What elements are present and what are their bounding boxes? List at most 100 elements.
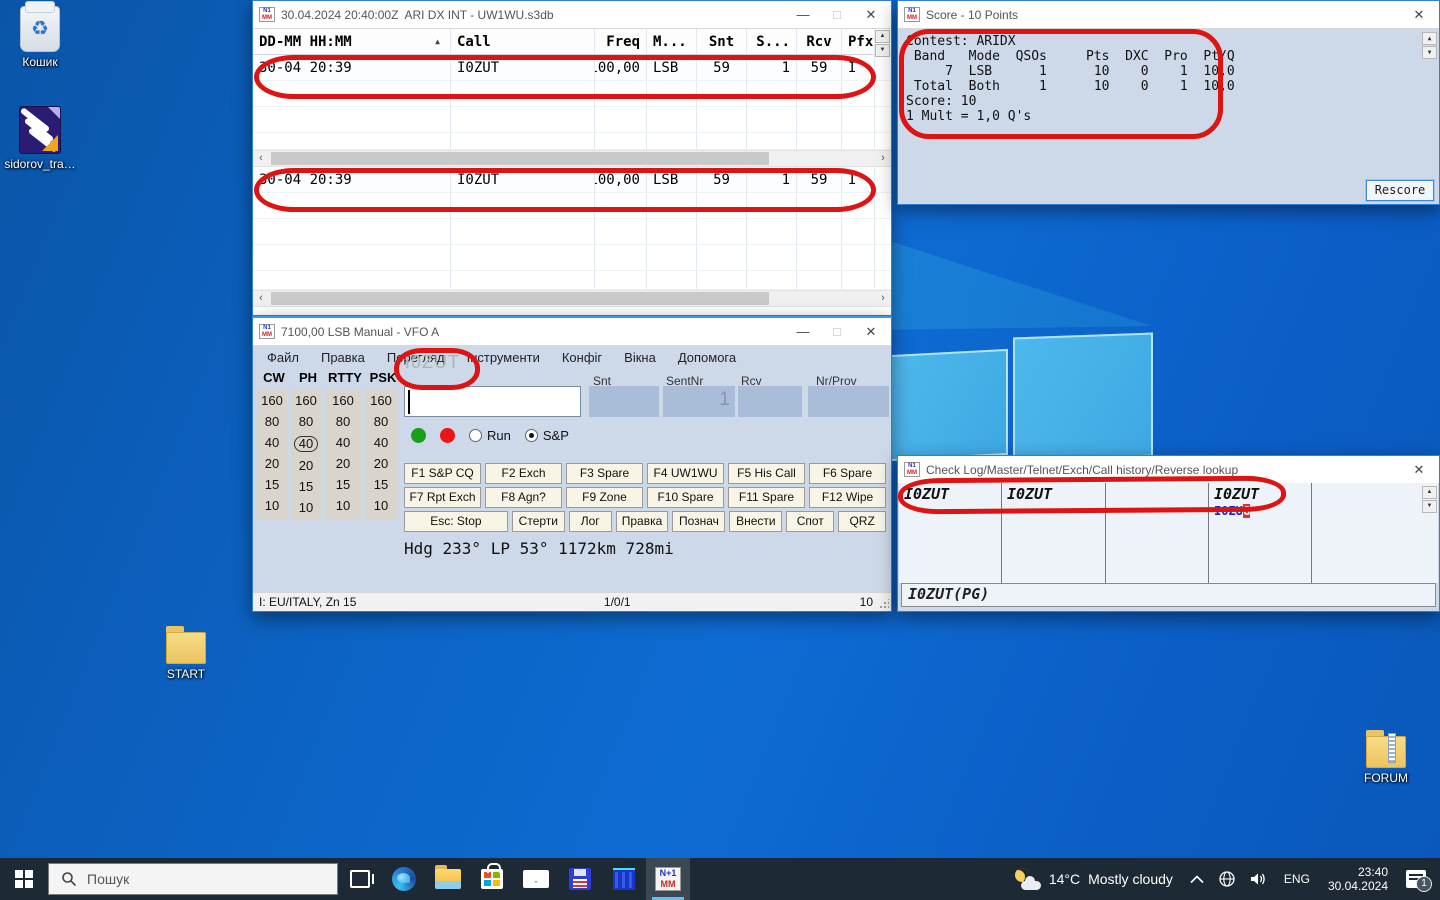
taskbar-search[interactable]: Пошук bbox=[48, 863, 338, 895]
start-button[interactable] bbox=[0, 858, 48, 900]
fkey-f10[interactable]: F10 Spare bbox=[647, 487, 724, 508]
minimize-button[interactable]: — bbox=[789, 324, 817, 339]
band-button[interactable]: 80 bbox=[331, 415, 355, 429]
log-upper-horizontal-scrollbar[interactable]: ‹ › bbox=[253, 150, 891, 167]
menu-help[interactable]: Допомога bbox=[678, 350, 736, 365]
close-button[interactable]: ✕ bbox=[1405, 7, 1433, 23]
desktop-icon-forum-folder[interactable]: FORUM bbox=[1348, 728, 1424, 785]
scroll-right-icon[interactable]: › bbox=[875, 291, 891, 306]
store-button[interactable]: Внести bbox=[729, 511, 782, 532]
check-col-master[interactable]: I0ZUT bbox=[1002, 483, 1106, 583]
edit-button[interactable]: Правка bbox=[616, 511, 669, 532]
rescore-button[interactable]: Rescore bbox=[1366, 180, 1434, 201]
check-col-reverse[interactable] bbox=[1312, 483, 1422, 583]
nrprov-field[interactable] bbox=[808, 386, 889, 417]
check-col-callhistory[interactable]: I0ZUT I0ZUG bbox=[1209, 483, 1312, 583]
weather-widget[interactable]: 14°C Mostly cloudy bbox=[1003, 868, 1183, 890]
fkey-f7[interactable]: F7 Rpt Exch bbox=[404, 487, 481, 508]
band-button[interactable]: 80 bbox=[369, 415, 393, 429]
log-row[interactable]: 30-04 20:39 I0ZUT 7100,00 LSB 59 1 59 I bbox=[253, 55, 891, 81]
n1mm-taskbar-button[interactable]: N+1MM bbox=[646, 858, 690, 900]
log-button[interactable]: Лог bbox=[569, 511, 612, 532]
band-button[interactable]: 20 bbox=[260, 457, 284, 471]
partial-call-match[interactable]: I0ZUG bbox=[1214, 504, 1306, 518]
tray-chevron-button[interactable] bbox=[1183, 875, 1211, 884]
col-header-call[interactable]: Call bbox=[451, 29, 595, 54]
fkey-f5[interactable]: F5 His Call bbox=[728, 463, 805, 484]
band-button[interactable]: 10 bbox=[260, 499, 284, 513]
fkey-f6[interactable]: F6 Spare bbox=[809, 463, 886, 484]
maximize-button[interactable]: □ bbox=[823, 324, 851, 339]
callsign-input[interactable] bbox=[404, 386, 581, 417]
desktop-icon-start-folder[interactable]: START bbox=[148, 624, 224, 681]
bandmap-app-button[interactable] bbox=[602, 858, 646, 900]
task-view-button[interactable] bbox=[338, 858, 382, 900]
band-button[interactable]: 15 bbox=[260, 478, 284, 492]
band-button-selected[interactable]: 40 bbox=[294, 436, 318, 452]
band-button[interactable]: 160 bbox=[290, 394, 322, 408]
desktop-icon-sidorov-file[interactable]: sidorov_tra… bbox=[2, 106, 78, 171]
menu-config[interactable]: Конфіг bbox=[562, 350, 602, 365]
menu-file[interactable]: Файл bbox=[267, 350, 299, 365]
col-header-mode[interactable]: M... bbox=[647, 29, 697, 54]
col-header-snt[interactable]: Snt bbox=[697, 29, 747, 54]
file-explorer-button[interactable] bbox=[426, 858, 470, 900]
band-button[interactable]: 40 bbox=[369, 436, 393, 450]
check-window-titlebar[interactable]: N1MM Check Log/Master/Telnet/Exch/Call h… bbox=[898, 456, 1439, 484]
log-window-titlebar[interactable]: N1MM 30.04.2024 20:40:00Z ARI DX INT - U… bbox=[253, 1, 891, 29]
qrz-button[interactable]: QRZ bbox=[838, 511, 886, 532]
col-header-sn[interactable]: S... bbox=[747, 29, 797, 54]
check-col-telnet[interactable] bbox=[1106, 483, 1209, 583]
band-button[interactable]: 20 bbox=[369, 457, 393, 471]
run-radio[interactable]: Run bbox=[469, 428, 511, 443]
col-header-pfx[interactable]: Pfx bbox=[842, 29, 875, 54]
band-button[interactable]: 20 bbox=[294, 459, 318, 473]
desktop-icon-recycle-bin[interactable]: ♻ Кошик bbox=[2, 6, 78, 69]
band-button[interactable]: 80 bbox=[294, 415, 318, 429]
band-button[interactable]: 10 bbox=[369, 499, 393, 513]
menu-edit[interactable]: Правка bbox=[321, 350, 365, 365]
band-button[interactable]: 15 bbox=[294, 480, 318, 494]
minimize-button[interactable]: — bbox=[789, 7, 817, 22]
resize-grip[interactable] bbox=[879, 599, 889, 609]
fkey-f1[interactable]: F1 S&P CQ bbox=[404, 463, 481, 484]
band-button[interactable]: 80 bbox=[260, 415, 284, 429]
close-button[interactable]: ✕ bbox=[857, 324, 885, 340]
fkey-f12[interactable]: F12 Wipe bbox=[809, 487, 886, 508]
scrollbar-thumb[interactable] bbox=[271, 152, 769, 165]
menu-windows[interactable]: Вікна bbox=[624, 350, 656, 365]
sentnr-field[interactable]: 1 bbox=[663, 386, 735, 417]
band-button[interactable]: 160 bbox=[365, 394, 397, 408]
log-header-spinner[interactable]: ▲▼ bbox=[875, 30, 890, 57]
band-button[interactable]: 20 bbox=[331, 457, 355, 471]
band-button[interactable]: 160 bbox=[256, 394, 288, 408]
band-button[interactable]: 10 bbox=[294, 501, 318, 515]
band-button[interactable]: 10 bbox=[331, 499, 355, 513]
fkey-f2[interactable]: F2 Exch bbox=[485, 463, 562, 484]
log-lower-horizontal-scrollbar[interactable]: ‹ › bbox=[253, 290, 891, 307]
band-button[interactable]: 40 bbox=[331, 436, 355, 450]
col-header-rcv[interactable]: Rcv bbox=[797, 29, 842, 54]
sp-radio[interactable]: S&P bbox=[525, 428, 569, 443]
band-button[interactable]: 160 bbox=[327, 394, 359, 408]
log-row[interactable]: 30-04 20:39 I0ZUT 7100,00 LSB 59 1 59 I bbox=[253, 167, 891, 193]
fkey-f8[interactable]: F8 Agn? bbox=[485, 487, 562, 508]
snt-field[interactable] bbox=[589, 386, 659, 417]
action-center-button[interactable]: 1 bbox=[1397, 870, 1440, 888]
wipe-button[interactable]: Стерти bbox=[512, 511, 565, 532]
edge-button[interactable] bbox=[382, 858, 426, 900]
spot-button[interactable]: Спот bbox=[786, 511, 834, 532]
scroll-left-icon[interactable]: ‹ bbox=[253, 291, 269, 306]
floppy-app-button[interactable] bbox=[558, 858, 602, 900]
score-spinner[interactable]: ▲▼ bbox=[1422, 32, 1437, 59]
check-col-log[interactable]: I0ZUT bbox=[899, 483, 1002, 583]
rcv-field[interactable] bbox=[738, 386, 802, 417]
network-button[interactable] bbox=[1211, 870, 1243, 888]
maximize-button[interactable]: □ bbox=[823, 7, 851, 22]
band-button[interactable]: 15 bbox=[331, 478, 355, 492]
menu-tools[interactable]: Інструменти bbox=[467, 350, 540, 365]
band-button[interactable]: 15 bbox=[369, 478, 393, 492]
log-grid-header[interactable]: DD-MM HH:MM▲ Call Freq M... Snt S... Rcv… bbox=[253, 29, 891, 55]
scroll-right-icon[interactable]: › bbox=[875, 151, 891, 166]
mail-button[interactable] bbox=[514, 858, 558, 900]
